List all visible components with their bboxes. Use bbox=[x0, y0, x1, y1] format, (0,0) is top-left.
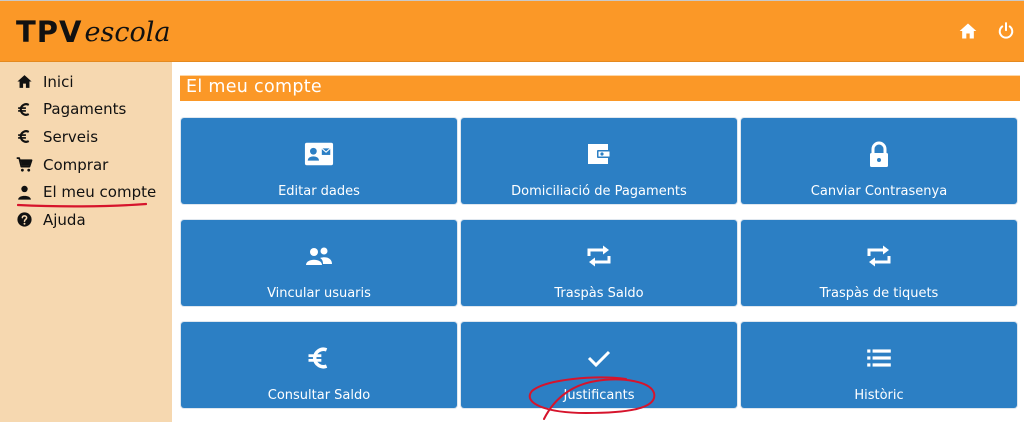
euro-icon bbox=[15, 128, 33, 146]
tile-label: Domiciliació de Pagaments bbox=[511, 184, 687, 199]
page-title: El meu compte bbox=[186, 77, 322, 97]
logo-text-bold: TPV bbox=[16, 15, 83, 49]
tile-domiciliacio-de-pagaments[interactable]: Domiciliació de Pagaments bbox=[461, 118, 737, 204]
sidebar-item-pagaments[interactable]: Pagaments bbox=[0, 96, 172, 124]
tile-vincular-usuaris[interactable]: Vincular usuaris bbox=[181, 220, 457, 306]
tile-historic[interactable]: Històric bbox=[741, 322, 1017, 408]
cart-icon bbox=[15, 156, 33, 174]
home-icon bbox=[15, 73, 33, 91]
transfer-icon bbox=[863, 242, 895, 270]
euro-icon bbox=[303, 344, 335, 372]
app-header: TPV escola bbox=[0, 0, 1024, 62]
tiles-grid: Editar dades Domiciliació de Pagaments C… bbox=[181, 118, 1017, 408]
sidebar-item-comprar[interactable]: Comprar bbox=[0, 151, 172, 179]
sidebar-item-label: Comprar bbox=[43, 155, 109, 174]
sidebar: Inici Pagaments Serveis Comprar El meu c… bbox=[0, 62, 172, 422]
sidebar-item-label: Inici bbox=[43, 72, 74, 91]
sidebar-item-inici[interactable]: Inici bbox=[0, 68, 172, 96]
tile-canviar-contrasenya[interactable]: Canviar Contrasenya bbox=[741, 118, 1017, 204]
lock-icon bbox=[863, 140, 895, 168]
sidebar-item-label: Ajuda bbox=[43, 210, 86, 229]
sidebar-item-el-meu-compte[interactable]: El meu compte bbox=[0, 178, 172, 208]
transfer-icon bbox=[583, 242, 615, 270]
id-card-icon bbox=[303, 140, 335, 168]
sidebar-item-label: El meu compte bbox=[43, 183, 157, 202]
users-icon bbox=[303, 242, 335, 270]
tile-label: Consultar Saldo bbox=[267, 388, 371, 403]
home-icon[interactable] bbox=[958, 21, 978, 41]
euro-icon bbox=[15, 100, 33, 118]
check-icon bbox=[583, 344, 615, 372]
tile-label: Editar dades bbox=[278, 184, 360, 199]
sidebar-item-ajuda[interactable]: Ajuda bbox=[0, 206, 172, 234]
tile-label: Vincular usuaris bbox=[267, 286, 371, 301]
tile-label: Canviar Contrasenya bbox=[810, 184, 948, 199]
help-icon bbox=[15, 211, 33, 229]
sidebar-item-serveis[interactable]: Serveis bbox=[0, 123, 172, 151]
power-icon[interactable] bbox=[996, 21, 1016, 41]
logo-text-script: escola bbox=[84, 16, 171, 48]
annotation-circle bbox=[528, 376, 656, 420]
tile-label: Traspàs de tiquets bbox=[819, 286, 939, 301]
wallet-icon bbox=[583, 140, 615, 168]
tile-label: Traspàs Saldo bbox=[554, 286, 644, 301]
tile-traspas-de-tiquets[interactable]: Traspàs de tiquets bbox=[741, 220, 1017, 306]
tile-consultar-saldo[interactable]: Consultar Saldo bbox=[181, 322, 457, 408]
sidebar-item-label: Serveis bbox=[43, 127, 99, 146]
user-icon bbox=[15, 183, 33, 201]
sidebar-item-label: Pagaments bbox=[43, 100, 127, 119]
app-logo[interactable]: TPV escola bbox=[16, 7, 170, 57]
list-icon bbox=[863, 344, 895, 372]
page-title-bar: El meu compte bbox=[180, 75, 1020, 101]
tile-label: Històric bbox=[854, 388, 904, 403]
main-content: El meu compte Editar dades Domiciliació … bbox=[172, 62, 1024, 422]
tile-editar-dades[interactable]: Editar dades bbox=[181, 118, 457, 204]
tile-traspas-saldo[interactable]: Traspàs Saldo bbox=[461, 220, 737, 306]
